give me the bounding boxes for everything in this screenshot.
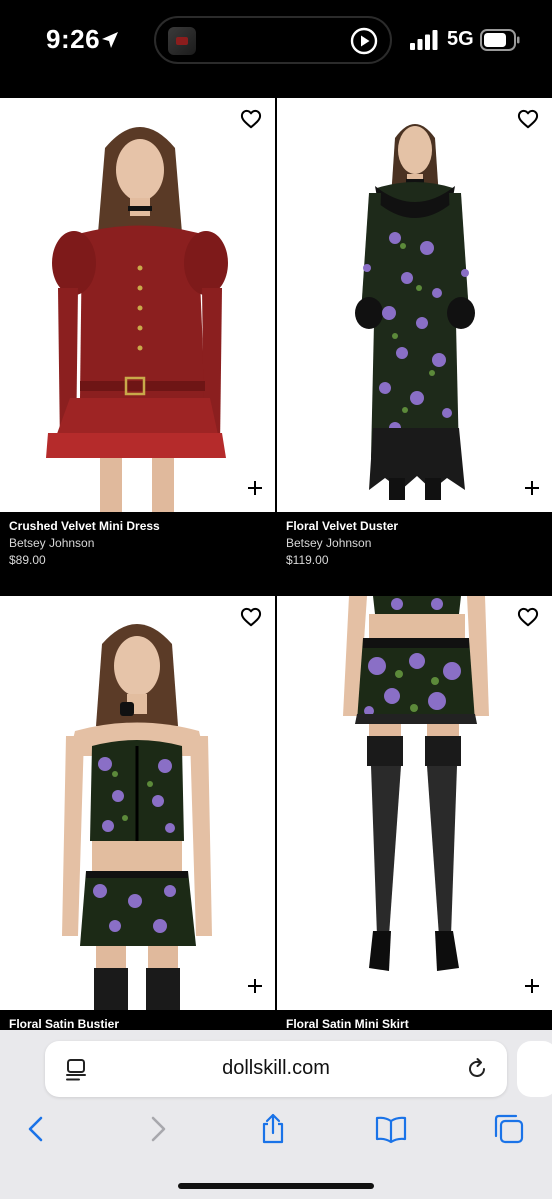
- add-to-bag-icon[interactable]: [524, 978, 540, 994]
- product-name[interactable]: Floral Satin Bustier: [9, 1010, 275, 1032]
- product-price: $119.00: [286, 553, 329, 567]
- address-bar[interactable]: dollskill.com: [45, 1041, 507, 1097]
- product-card[interactable]: Floral Satin Mini Skirt: [277, 596, 552, 1094]
- url-text[interactable]: dollskill.com: [45, 1057, 507, 1080]
- product-photo-floral-velvet-duster: [277, 98, 552, 512]
- heart-icon[interactable]: [517, 607, 539, 627]
- product-image[interactable]: [277, 596, 552, 1010]
- add-to-bag-icon[interactable]: [247, 480, 263, 496]
- heart-icon[interactable]: [240, 109, 262, 129]
- product-price: $89.00: [9, 553, 46, 567]
- heart-icon[interactable]: [240, 607, 262, 627]
- network-type: 5G: [447, 28, 474, 50]
- bookmarks-icon[interactable]: [374, 1112, 408, 1146]
- add-to-bag-icon[interactable]: [247, 978, 263, 994]
- product-image[interactable]: [0, 98, 275, 512]
- product-photo-floral-satin-mini-skirt: [277, 596, 552, 1010]
- product-card[interactable]: Floral Satin Bustier: [0, 596, 275, 1094]
- forward-icon[interactable]: [140, 1112, 174, 1146]
- signal-bars-icon: [410, 30, 438, 50]
- next-tab-preview[interactable]: [517, 1041, 552, 1097]
- dynamic-island[interactable]: [154, 16, 392, 64]
- product-info[interactable]: Floral Velvet Duster Betsey Johnson $119…: [277, 512, 552, 596]
- product-info[interactable]: Crushed Velvet Mini Dress Betsey Johnson…: [0, 512, 275, 596]
- back-icon[interactable]: [20, 1112, 54, 1146]
- product-card[interactable]: Floral Velvet Duster Betsey Johnson $119…: [277, 98, 552, 596]
- browser-toolbar: dollskill.com: [0, 1030, 552, 1199]
- product-name[interactable]: Floral Satin Mini Skirt: [286, 1010, 552, 1032]
- product-name[interactable]: Floral Velvet Duster: [286, 512, 552, 534]
- add-to-bag-icon[interactable]: [524, 480, 540, 496]
- share-icon[interactable]: [256, 1112, 290, 1146]
- home-indicator[interactable]: [178, 1183, 374, 1189]
- play-icon[interactable]: [350, 27, 378, 55]
- product-name[interactable]: Crushed Velvet Mini Dress: [9, 512, 275, 534]
- tabs-icon[interactable]: [492, 1112, 526, 1146]
- product-brand: Betsey Johnson: [286, 536, 372, 550]
- now-playing-thumbnail: [168, 27, 196, 55]
- product-image[interactable]: [277, 98, 552, 512]
- product-photo-crushed-velvet-mini-dress: [0, 98, 275, 512]
- status-bar: 9:26 5G: [0, 0, 552, 98]
- product-image[interactable]: [0, 596, 275, 1010]
- battery-icon: [480, 29, 520, 51]
- status-time: 9:26: [46, 24, 101, 54]
- product-photo-floral-satin-bustier: [0, 596, 275, 1010]
- location-arrow-icon: [102, 32, 118, 48]
- heart-icon[interactable]: [517, 109, 539, 129]
- reload-icon[interactable]: [465, 1057, 489, 1081]
- product-card[interactable]: Crushed Velvet Mini Dress Betsey Johnson…: [0, 98, 275, 596]
- product-brand: Betsey Johnson: [9, 536, 95, 550]
